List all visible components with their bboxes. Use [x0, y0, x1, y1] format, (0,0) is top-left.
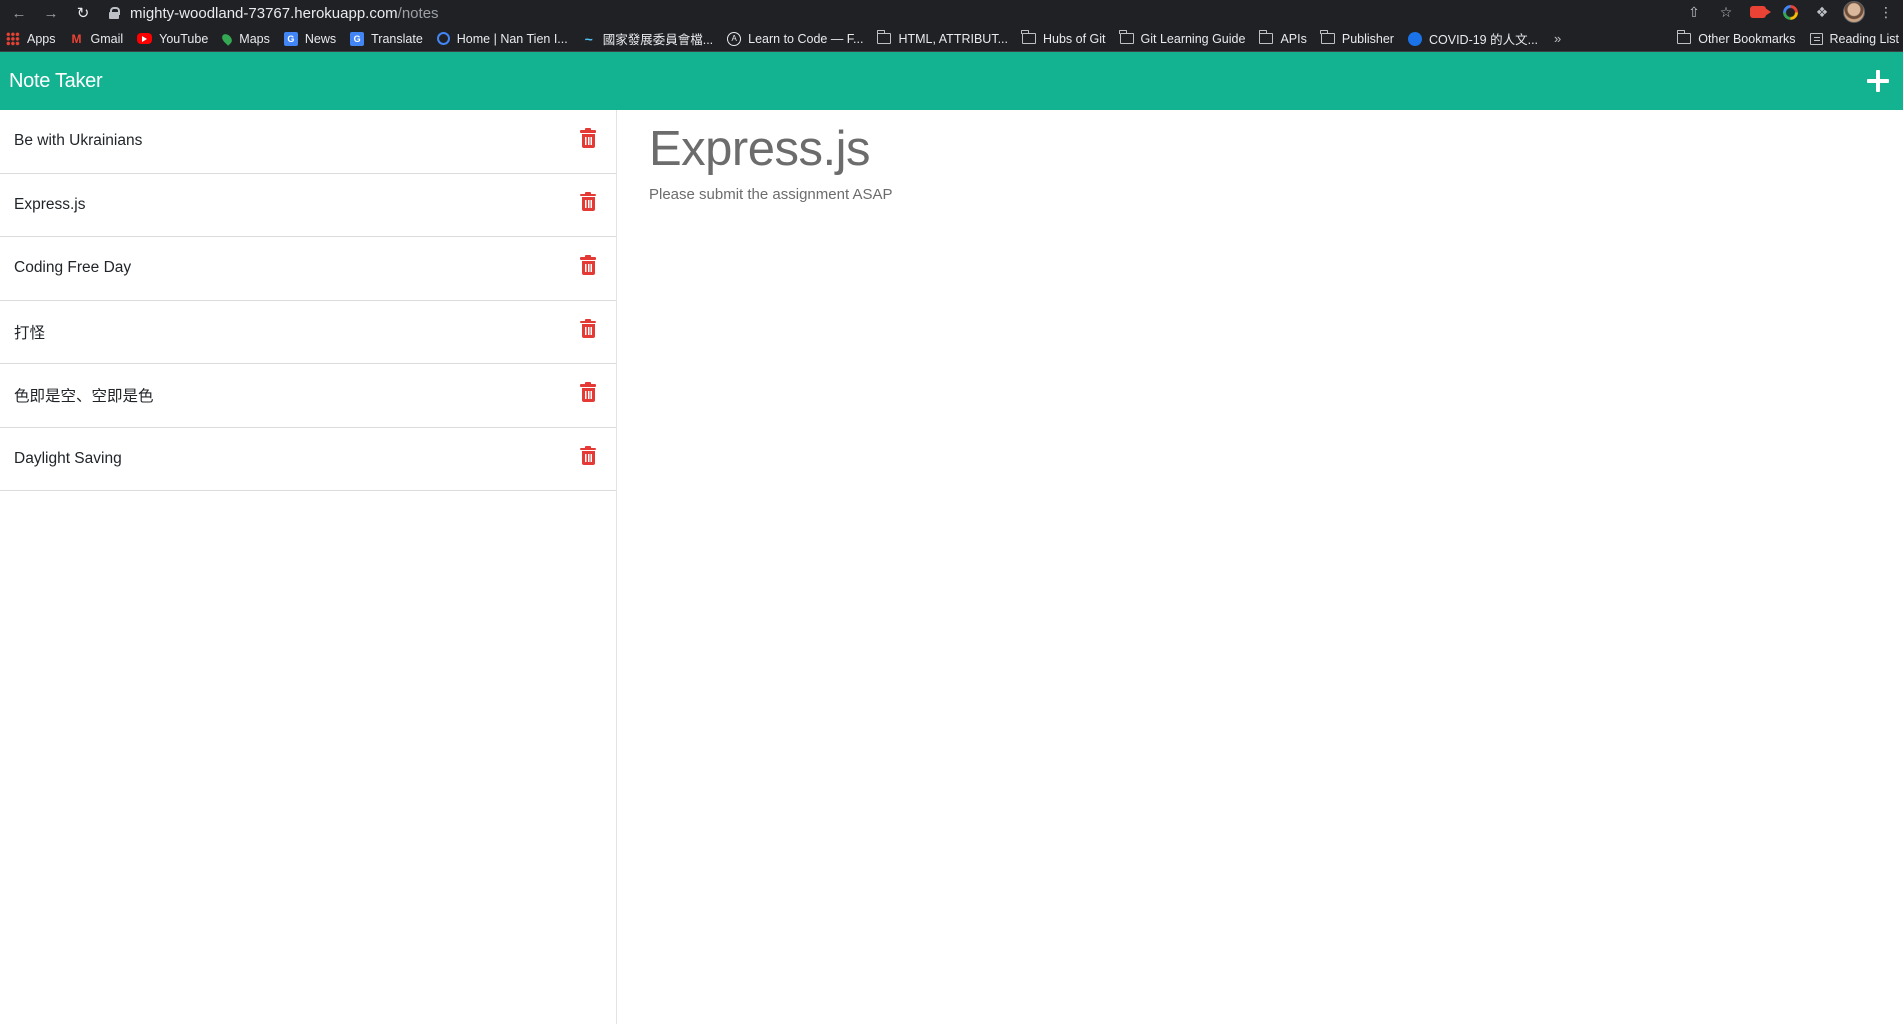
news-icon: G — [283, 31, 298, 46]
delete-note-trash-icon[interactable] — [580, 191, 596, 212]
bookmark-item[interactable]: Git Learning Guide — [1119, 30, 1246, 46]
bookmarks-bar-right: Other Bookmarks Reading List — [1676, 30, 1900, 46]
note-editor: Express.js Please submit the assignment … — [617, 110, 1903, 1024]
bookmark-label: Learn to Code — F... — [748, 31, 864, 46]
maps-icon — [220, 31, 235, 46]
bookmarks-bar: Apps M Gmail YouTube Maps G News G Translate Home… — [0, 26, 1903, 52]
note-list-item[interactable]: Be with Ukrainians — [0, 110, 616, 174]
note-list-item[interactable]: 打怪 — [0, 301, 616, 364]
bookmark-label: Git Learning Guide — [1140, 31, 1246, 46]
bookmark-label: YouTube — [159, 31, 209, 46]
bookmark-item[interactable]: G Translate — [350, 31, 423, 46]
folder-icon — [876, 30, 892, 44]
note-list-title: Express.js — [14, 195, 86, 213]
new-note-plus-icon[interactable] — [1865, 68, 1891, 94]
bookmark-label: Maps — [239, 31, 270, 46]
note-list-title: Be with Ukrainians — [14, 132, 143, 150]
bookmark-item[interactable]: YouTube — [137, 32, 208, 46]
site-icon: A — [727, 31, 742, 46]
folder-icon — [1320, 30, 1335, 44]
folder-icon — [1021, 30, 1036, 44]
delete-note-trash-icon[interactable] — [580, 318, 596, 339]
address-bar[interactable]: mighty-woodland-73767.herokuapp.com/note… — [104, 1, 439, 25]
site-icon — [436, 32, 450, 45]
bookmark-item[interactable]: Apps — [6, 31, 56, 46]
reading-list-icon — [1809, 32, 1823, 45]
bookmark-item[interactable]: M Gmail — [70, 32, 124, 46]
bookmark-label: Gmail — [90, 31, 124, 46]
url-path: /notes — [397, 4, 439, 22]
bookmark-star-icon[interactable]: ☆ — [1715, 1, 1737, 23]
note-list-item[interactable]: Daylight Saving — [0, 428, 616, 491]
app-navbar: Note Taker — [0, 52, 1903, 110]
folder-icon — [1119, 30, 1134, 44]
share-icon[interactable]: ⇧ — [1683, 1, 1705, 23]
note-list-item[interactable]: Coding Free Day — [0, 237, 616, 301]
bookmark-item[interactable]: A Learn to Code — F... — [727, 31, 864, 46]
bookmark-label: COVID-19 的人文... — [1428, 33, 1539, 47]
extension-red-icon[interactable] — [1747, 1, 1771, 23]
apps-grid-icon — [6, 31, 20, 46]
bookmark-label: Apps — [27, 31, 56, 46]
forward-arrow-icon[interactable]: → — [40, 2, 62, 24]
other-bookmarks-label: Other Bookmarks — [1698, 31, 1796, 46]
bookmark-item[interactable]: Hubs of Git — [1021, 30, 1106, 46]
site-icon: ~ — [584, 30, 593, 47]
note-list-title: Coding Free Day — [14, 259, 132, 277]
bookmark-item[interactable]: Home | Nan Tien I... — [436, 31, 568, 46]
bookmark-label: Hubs of Git — [1042, 31, 1106, 46]
profile-avatar[interactable] — [1843, 1, 1865, 23]
app-brand[interactable]: Note Taker — [9, 70, 103, 93]
address-bar-row: ← → ↻ mighty-woodland-73767.herokuapp.co… — [0, 0, 1903, 26]
youtube-icon — [137, 33, 153, 44]
bookmark-item[interactable]: APIs — [1258, 30, 1307, 46]
reload-icon[interactable]: ↻ — [72, 2, 94, 24]
back-arrow-icon[interactable]: ← — [8, 2, 30, 24]
bookmark-label: Publisher — [1341, 31, 1394, 46]
delete-note-trash-icon[interactable] — [580, 382, 596, 402]
bookmarks-overflow-icon[interactable]: » — [1554, 31, 1561, 46]
globe-icon — [1407, 31, 1422, 46]
url-host: mighty-woodland-73767.herokuapp.com — [130, 4, 398, 22]
extension-ring-icon[interactable] — [1779, 1, 1801, 23]
bookmark-item[interactable]: Publisher — [1320, 30, 1394, 46]
bookmark-item[interactable]: G News — [283, 31, 337, 46]
other-bookmarks-folder[interactable]: Other Bookmarks — [1676, 30, 1796, 46]
note-title-input[interactable]: Express.js — [649, 118, 1871, 182]
delete-note-trash-icon[interactable] — [580, 255, 596, 275]
bookmark-item[interactable]: Maps — [220, 31, 270, 46]
folder-icon — [1258, 30, 1274, 44]
gmail-icon: M — [71, 31, 82, 46]
app-main: Be with Ukrainians Express.js Coding Free … — [0, 110, 1903, 1024]
delete-note-trash-icon[interactable] — [580, 445, 596, 466]
translate-icon: G — [350, 31, 365, 46]
browser-chrome: ← → ↻ mighty-woodland-73767.herokuapp.co… — [0, 0, 1903, 52]
bookmark-item[interactable]: ~ 國家發展委員會檔... — [582, 29, 714, 48]
note-list-title: 色即是空、空即是色 — [14, 388, 154, 406]
bookmark-label: Translate — [371, 31, 423, 46]
note-list-item[interactable]: 色即是空、空即是色 — [0, 364, 616, 428]
bookmark-item[interactable]: COVID-19 的人文... — [1407, 29, 1539, 48]
notes-list: Be with Ukrainians Express.js Coding Free … — [0, 110, 617, 1024]
note-list-title: 打怪 — [14, 324, 46, 342]
bookmark-label: News — [304, 31, 337, 46]
delete-note-trash-icon[interactable] — [580, 128, 596, 148]
note-list-item[interactable]: Express.js — [0, 174, 616, 237]
reading-list-button[interactable]: Reading List — [1809, 31, 1900, 46]
bookmark-label: Home | Nan Tien I... — [456, 31, 568, 46]
reading-list-label: Reading List — [1829, 31, 1900, 46]
bookmark-item[interactable]: HTML, ATTRIBUT... — [876, 30, 1008, 46]
extensions-puzzle-icon[interactable]: ❖ — [1811, 1, 1833, 23]
folder-icon — [1676, 30, 1692, 44]
note-text-area[interactable]: Please submit the assignment ASAP — [649, 186, 1871, 203]
note-list-title: Daylight Saving — [14, 449, 122, 467]
toolbar-actions: ⇧ ☆ ❖ ⋮ — [1683, 1, 1897, 23]
bookmark-label: HTML, ATTRIBUT... — [898, 31, 1008, 46]
browser-menu-icon[interactable]: ⋮ — [1875, 1, 1897, 23]
lock-icon[interactable] — [108, 7, 120, 19]
bookmark-label: 國家發展委員會檔... — [602, 33, 714, 47]
bookmark-label: APIs — [1280, 31, 1307, 46]
